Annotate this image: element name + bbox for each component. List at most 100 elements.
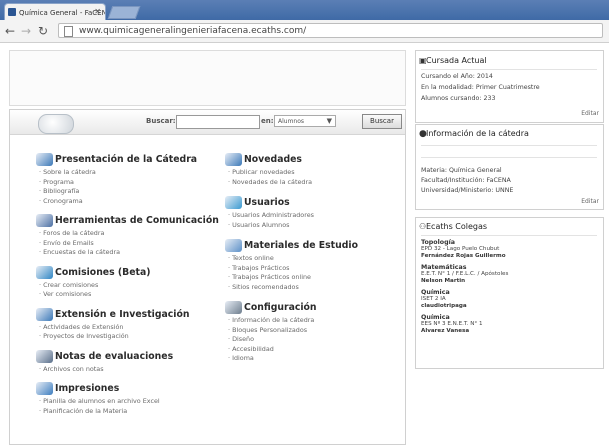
menu-link-label: Textos online <box>232 254 274 262</box>
cursada-line: Cursando el Año: 2014 <box>421 73 493 80</box>
menu-link[interactable]: · Actividades de Extensión <box>36 323 216 333</box>
menu-link-label: Ver comisiones <box>43 290 92 298</box>
colega-line: EES Nº 3 E.N.E.T. N° 1 <box>421 321 483 327</box>
menu-link[interactable]: · Programa <box>36 178 216 188</box>
menu-link[interactable]: · Accesibilidad <box>225 345 403 355</box>
browser-tab-bar: Química General - FaCENA ✕ <box>0 0 609 20</box>
chevron-down-icon: ▼ <box>326 117 332 125</box>
menu-link[interactable]: · Usuarios Alumnos <box>225 221 403 231</box>
menu-section-title: Notas de evaluaciones <box>55 350 174 362</box>
airplane-icon <box>36 307 53 321</box>
menu-link[interactable]: · Novedades de la cátedra <box>225 178 403 188</box>
divider <box>421 235 597 236</box>
menu-link[interactable]: · Crear comisiones <box>36 281 216 291</box>
header-banner <box>9 50 406 106</box>
close-tab-icon[interactable]: ✕ <box>94 7 101 16</box>
url-field[interactable]: www.quimicageneralingenieriafacena.ecath… <box>58 23 603 38</box>
colegas-widget: ⚇ Ecaths Colegas Topología EPD 32 - Lago … <box>415 217 604 369</box>
menu-link-label: Proyectos de Investigación <box>43 332 129 340</box>
menu-section: Presentación de la Cátedra · Sobre la cát… <box>36 152 216 206</box>
menu-section-header: Presentación de la Cátedra <box>36 152 216 168</box>
menu-section-header: Notas de evaluaciones <box>36 349 216 365</box>
menu-link-label: Envío de Emails <box>43 238 94 247</box>
menu-link[interactable]: · Trabajos Prácticos <box>225 264 403 274</box>
search-button[interactable]: Buscar <box>362 114 402 129</box>
menu-link[interactable]: · Diseño <box>225 335 403 345</box>
menu-link-label: Bloques Personalizados <box>232 325 308 334</box>
menu-link[interactable]: · Bloques Personalizados <box>225 326 403 336</box>
back-arrow-icon[interactable]: ← <box>5 24 15 38</box>
airplane-icon <box>36 153 53 166</box>
menu-link[interactable]: · Idioma <box>225 354 403 364</box>
menu-link[interactable]: · Sobre la cátedra <box>36 168 216 178</box>
book-icon <box>225 239 242 252</box>
menu-link[interactable]: · Envío de Emails <box>36 239 216 249</box>
colega-line: EPD 32 - Lago Puelo Chubut <box>421 246 500 252</box>
menu-link-label: Bibliografía <box>43 187 80 195</box>
menu-link-label: Crear comisiones <box>43 280 99 289</box>
menu-link[interactable]: · Bibliografía <box>36 187 216 197</box>
menu-link[interactable]: · Publicar novedades <box>225 168 403 178</box>
menu-link-label: Trabajos Prácticos <box>232 263 290 272</box>
new-tab-button[interactable] <box>107 6 141 19</box>
menu-section-header: Impresiones <box>36 381 216 397</box>
menu-link-label: Idioma <box>232 354 254 362</box>
colega-subject[interactable]: Topología <box>421 239 455 246</box>
menu-link[interactable]: · Archivos con notas <box>36 365 216 375</box>
menu-section: Impresiones · Planilla de alumnos en arch… <box>36 381 216 416</box>
menu-link[interactable]: · Sitios recomendados <box>225 283 403 293</box>
menu-link[interactable]: · Información de la cátedra <box>225 316 403 326</box>
menu-section-title: Configuración <box>244 302 317 313</box>
divider <box>421 69 597 70</box>
menu-link[interactable]: · Textos online <box>225 254 403 264</box>
menu-link-label: Usuarios Alumnos <box>232 220 290 229</box>
menu-section: Extensión e Investigación · Actividades d… <box>36 307 216 342</box>
info-edit-link[interactable]: Editar <box>581 198 599 205</box>
menu-link-label: Cronograma <box>43 196 83 205</box>
colega-line: Nelson Martin <box>421 277 466 284</box>
colega-subject[interactable]: Química <box>421 289 450 296</box>
divider <box>421 145 597 146</box>
info-line: Facultad/Institución: FaCENA <box>421 177 511 184</box>
cursada-widget: ▣ Cursada Actual Cursando el Año: 2014 E… <box>415 50 604 123</box>
colega-line: E.E.T. N° 1 / F.E.L.C. / Apóstoles <box>421 271 509 277</box>
menu-section-header: Extensión e Investigación <box>36 307 216 323</box>
browser-tab[interactable]: Química General - FaCENA ✕ <box>4 3 106 20</box>
colega-subject[interactable]: Matemáticas <box>421 264 467 271</box>
people-icon <box>36 214 53 227</box>
menu-link[interactable]: · Proyectos de Investigación <box>36 332 216 342</box>
colega-line: claudiotripaga <box>421 302 467 309</box>
menu-section-header: Novedades <box>225 152 403 168</box>
menu-link[interactable]: · Encuestas de la cátedra <box>36 248 216 258</box>
menu-link[interactable]: · Foros de la cátedra <box>36 229 216 239</box>
colega-line: Alvarez Vanesa <box>421 327 470 334</box>
menu-section-title: Impresiones <box>55 383 120 394</box>
menu-link[interactable]: · Ver comisiones <box>36 290 216 300</box>
page-icon <box>64 26 73 37</box>
colega-subject[interactable]: Química <box>421 314 450 321</box>
main-panel: Buscar: en: Alumnos ▼ Buscar Presentació… <box>9 109 406 445</box>
colega-line: ISET 2 IA <box>421 296 446 302</box>
colega-line: Fernández Rojas Guillermo <box>421 252 506 259</box>
menu-link-label: Foros de la cátedra <box>43 229 105 237</box>
menu-link[interactable]: · Usuarios Administradores <box>225 211 403 221</box>
colegas-title: Ecaths Colegas <box>426 222 488 231</box>
reload-icon[interactable]: ↻ <box>38 24 48 38</box>
menu-link[interactable]: · Trabajos Prácticos online <box>225 273 403 283</box>
menu-section: Notas de evaluaciones · Archivos con nota… <box>36 349 216 375</box>
menu-link-label: Información de la cátedra <box>232 316 315 324</box>
menu-link[interactable]: · Planificación de la Materia <box>36 407 216 417</box>
menu-section: Comisiones (Beta) · Crear comisiones · Ver… <box>36 265 216 300</box>
search-input[interactable] <box>176 115 260 129</box>
menu-link[interactable]: · Cronograma <box>36 197 216 207</box>
menu-link-label: Usuarios Administradores <box>232 211 314 219</box>
info-widget: ● Información de la cátedra Materia: Quí… <box>415 124 604 210</box>
search-scope-select[interactable]: Alumnos ▼ <box>274 115 336 127</box>
menu-link[interactable]: · Planilla de alumnos en archivo Excel <box>36 397 216 407</box>
url-text: www.quimicageneralingenieriafacena.ecath… <box>79 26 307 36</box>
menu-section-header: Herramientas de Comunicación <box>36 213 219 229</box>
forward-arrow-icon[interactable]: → <box>21 24 31 38</box>
menu-link-label: Planilla de alumnos en archivo Excel <box>43 397 160 405</box>
cursada-line: En la modalidad: Primer Cuatrimestre <box>421 84 540 91</box>
cursada-edit-link[interactable]: Editar <box>581 110 599 117</box>
